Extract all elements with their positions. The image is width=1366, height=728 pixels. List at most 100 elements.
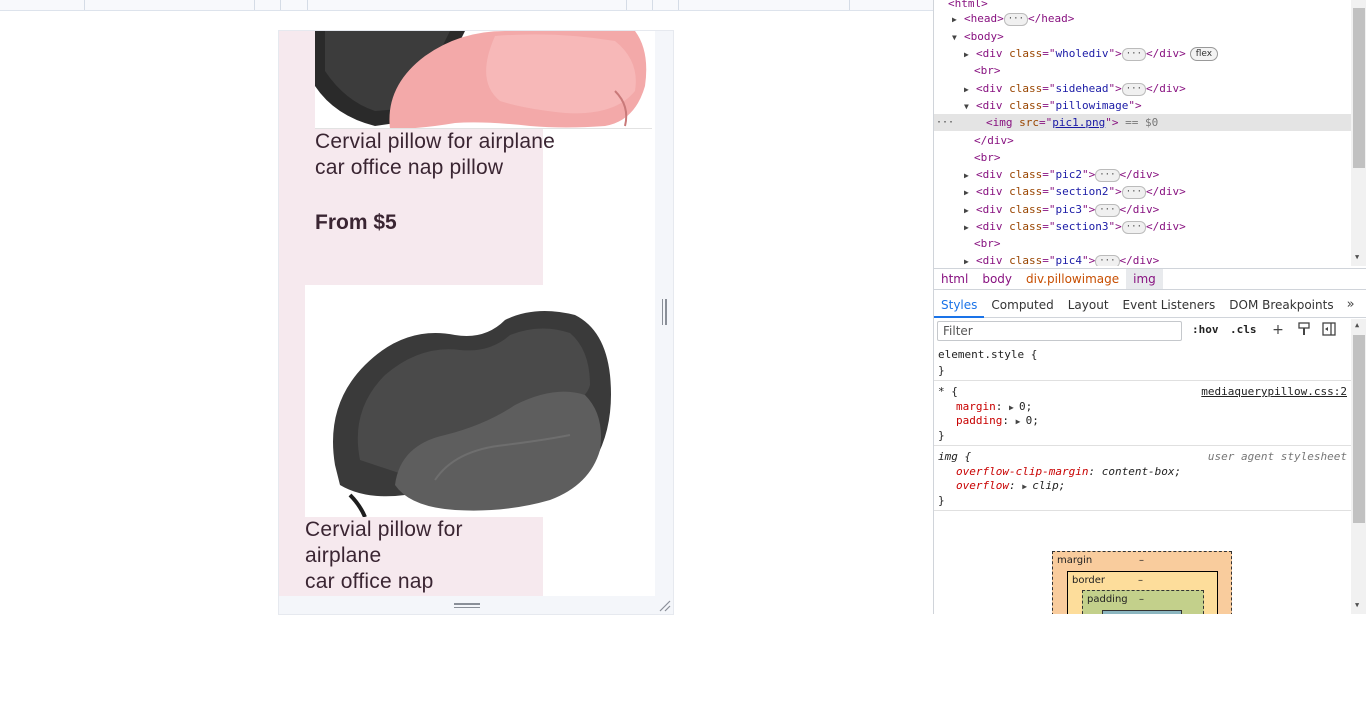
scroll-up-arrow-icon[interactable]: ▲ <box>1355 321 1359 329</box>
dom-node-pic4[interactable]: ▶ <div class="pic4"> ··· </div> <box>964 252 1159 266</box>
product-2-title-line3: car office nap <box>305 570 434 593</box>
ellipsis-icon[interactable]: ··· <box>1121 82 1146 96</box>
dom-node-br-2[interactable]: <br> <box>974 149 1001 166</box>
scroll-down-arrow-icon[interactable]: ▼ <box>1355 601 1359 609</box>
collapse-triangle-icon[interactable]: ▼ <box>964 98 976 115</box>
new-style-rule-icon[interactable]: + <box>1270 322 1286 338</box>
product-2-title-line2: airplane <box>305 544 382 567</box>
img-src-link[interactable]: pic1.png <box>1052 116 1105 129</box>
tab-event-listeners[interactable]: Event Listeners <box>1116 292 1223 318</box>
ruler-tick <box>626 0 627 10</box>
breadcrumb-img[interactable]: img <box>1126 269 1163 289</box>
tab-dom-breakpoints[interactable]: DOM Breakpoints <box>1222 292 1340 318</box>
prop-margin[interactable]: margin: ▶ 0; <box>956 399 1032 414</box>
img-user-agent-rule[interactable]: img { user agent stylesheet overflow-cli… <box>934 447 1351 511</box>
box-model-content[interactable] <box>1102 610 1182 614</box>
dom-node-div-close[interactable]: </div> <box>974 132 1014 149</box>
prop-overflow[interactable]: overflow: ▶ clip; <box>956 478 1065 493</box>
expand-triangle-icon[interactable]: ▶ <box>964 202 976 219</box>
dom-node-sidehead[interactable]: ▶ <div class="sidehead"> ··· </div> <box>964 80 1186 97</box>
ruler-tick <box>280 0 281 10</box>
elements-scrollbar-thumb[interactable] <box>1353 8 1365 168</box>
expand-triangle-icon[interactable]: ▶ <box>964 46 976 63</box>
prop-padding[interactable]: padding: ▶ 0; <box>956 413 1039 428</box>
device-width-resize-handle[interactable] <box>659 299 669 329</box>
expand-triangle-icon[interactable]: ▶ <box>964 167 976 184</box>
box-model-margin[interactable]: margin – border – padding – <box>1052 551 1232 614</box>
styles-tabbar: Styles Computed Layout Event Listeners D… <box>934 292 1366 318</box>
expand-triangle-icon[interactable]: ▶ <box>964 219 976 236</box>
dom-node-img-selected[interactable]: ··· <img src="pic1.png"> == $0 <box>934 114 1351 131</box>
product-2-title-line1: Cervial pillow for <box>305 518 463 541</box>
breadcrumb-body[interactable]: body <box>975 272 1019 286</box>
box-model-diagram[interactable]: margin – border – padding – <box>1052 551 1232 614</box>
expand-triangle-icon[interactable]: ▶ <box>964 81 976 98</box>
product-card-2-bg-left <box>279 285 305 596</box>
ellipsis-icon[interactable]: ··· <box>1121 47 1146 61</box>
dom-node-head[interactable]: ▶ <head> ··· </head> <box>952 10 1074 27</box>
box-model-padding[interactable]: padding – <box>1082 590 1204 614</box>
dom-node-br-3[interactable]: <br> <box>974 235 1001 252</box>
scroll-down-arrow-icon[interactable]: ▼ <box>1355 253 1359 261</box>
paint-brush-icon[interactable] <box>1296 322 1312 338</box>
product-1-title: Cervial pillow for airplane car office n… <box>315 129 555 181</box>
device-frame: Cervial pillow for airplane car office n… <box>278 30 674 615</box>
pink-pillow-icon <box>315 31 647 128</box>
breadcrumb-html[interactable]: html <box>934 272 975 286</box>
expand-triangle-icon[interactable]: ▶ <box>964 253 976 266</box>
dom-node-br[interactable]: <br> <box>974 62 1001 79</box>
screen: Cervial pillow for airplane car office n… <box>0 0 1366 728</box>
styles-pane[interactable]: element.style { } * { mediaquerypillow.c… <box>934 345 1351 614</box>
styles-filter-input[interactable]: Filter <box>937 321 1182 341</box>
cls-toggle-button[interactable]: .cls <box>1230 323 1257 336</box>
dom-node-pic2[interactable]: ▶ <div class="pic2"> ··· </div> <box>964 166 1159 183</box>
ellipsis-icon[interactable]: ··· <box>1121 185 1146 199</box>
pillow-image-pink <box>315 31 652 129</box>
dom-node-section2[interactable]: ▶ <div class="section2"> ··· </div> <box>964 183 1186 200</box>
prop-overflow-clip-margin[interactable]: overflow-clip-margin: content-box; <box>956 464 1181 479</box>
ruler-tick <box>307 0 308 10</box>
elements-tree[interactable]: <html> ▶ <head> ··· </head> ▼ <body> ▶ <div c… <box>934 0 1351 266</box>
device-viewport[interactable]: Cervial pillow for airplane car office n… <box>279 31 655 596</box>
dom-node-pillowimage[interactable]: ▼ <div class="pillowimage"> <box>964 97 1142 114</box>
universal-rule[interactable]: * { mediaquerypillow.css:2 margin: ▶ 0; p… <box>934 382 1351 446</box>
ellipsis-icon[interactable]: ··· <box>1095 168 1120 182</box>
ellipsis-icon[interactable]: ··· <box>1003 12 1029 26</box>
toggle-sidebar-icon[interactable] <box>1321 322 1337 338</box>
product-2-title: Cervial pillow for airplane car office n… <box>305 517 463 595</box>
stylesheet-source-link[interactable]: mediaquerypillow.css:2 <box>1201 384 1347 399</box>
more-tabs-chevron-icon[interactable]: » <box>1347 297 1355 312</box>
ellipsis-icon[interactable]: ··· <box>1121 220 1146 234</box>
tab-computed[interactable]: Computed <box>984 292 1060 318</box>
expand-triangle-icon[interactable]: ▶ <box>952 11 964 28</box>
collapse-triangle-icon[interactable]: ▼ <box>952 29 964 46</box>
dom-node-section3[interactable]: ▶ <div class="section3"> ··· </div> <box>964 218 1186 235</box>
pillow-image-gray <box>305 285 640 517</box>
expand-shorthand-icon[interactable]: ▶ <box>1016 414 1026 429</box>
device-height-resize-handle[interactable] <box>454 603 480 611</box>
ruler-tick <box>84 0 85 10</box>
element-style-rule[interactable]: element.style { } <box>934 345 1351 381</box>
box-model-border[interactable]: border – padding – <box>1067 571 1218 614</box>
tab-layout[interactable]: Layout <box>1061 292 1116 318</box>
dom-node-wholediv[interactable]: ▶ <div class="wholediv"> ··· </div> flex <box>964 45 1219 63</box>
ellipsis-icon[interactable]: ··· <box>1095 203 1120 217</box>
dom-node-pic3[interactable]: ▶ <div class="pic3"> ··· </div> <box>964 201 1159 218</box>
styles-scrollbar[interactable]: ▲ ▼ <box>1351 319 1366 614</box>
breadcrumb-div-pillowimage[interactable]: div.pillowimage <box>1019 272 1126 286</box>
hov-toggle-button[interactable]: :hov <box>1192 323 1219 336</box>
expand-triangle-icon[interactable]: ▶ <box>964 184 976 201</box>
ellipsis-icon[interactable]: ··· <box>1095 254 1120 266</box>
device-corner-resize-icon[interactable] <box>659 600 671 612</box>
devtools-panel: <html> ▶ <head> ··· </head> ▼ <body> ▶ <div c… <box>933 0 1366 614</box>
styles-scrollbar-thumb[interactable] <box>1353 335 1365 523</box>
user-agent-label: user agent stylesheet <box>1207 450 1347 463</box>
tab-styles[interactable]: Styles <box>934 292 985 318</box>
flex-badge[interactable]: flex <box>1189 47 1219 61</box>
expand-shorthand-icon[interactable]: ▶ <box>1022 479 1032 494</box>
product-1-price: From $5 <box>315 211 397 234</box>
dom-node-body[interactable]: ▼ <body> <box>952 28 1004 45</box>
more-dots-icon[interactable]: ··· <box>936 114 954 131</box>
product-1-title-line1: Cervial pillow for airplane <box>315 130 555 153</box>
elements-scrollbar[interactable]: ▼ <box>1351 0 1366 266</box>
